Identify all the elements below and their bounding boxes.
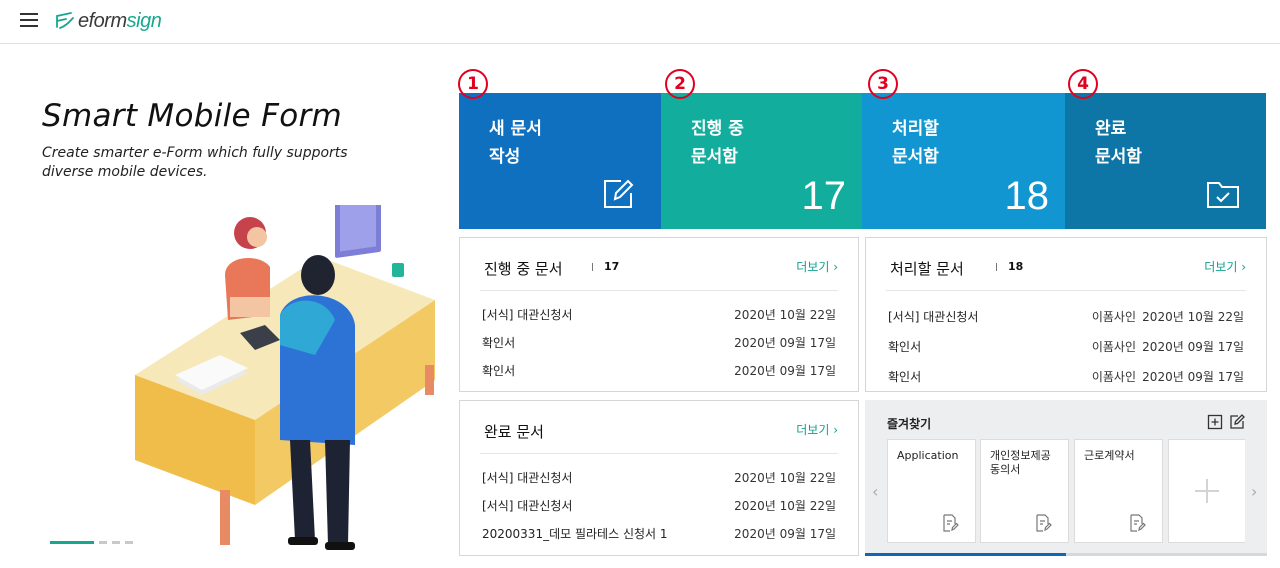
tile-label-line2: 문서함 xyxy=(1095,147,1142,167)
more-link[interactable]: 더보기 › xyxy=(1204,258,1246,275)
document-row[interactable]: [서식] 대관신청서 2020년 10월 22일 xyxy=(480,492,838,520)
panel-title: 진행 중 문서 xyxy=(484,260,563,278)
divider xyxy=(592,263,593,271)
tile-label-line2: 작성 xyxy=(489,147,521,167)
more-link[interactable]: 더보기 › xyxy=(796,421,838,438)
document-name[interactable]: [서식] 대관신청서 xyxy=(482,301,572,329)
document-name[interactable]: [서식] 대관신청서 xyxy=(482,492,572,520)
annotation-marker-3: 3 xyxy=(868,69,898,99)
document-date: 2020년 10월 22일 xyxy=(1142,310,1244,324)
add-favorite-card[interactable] xyxy=(1168,439,1245,543)
carousel-dot-1[interactable] xyxy=(50,541,94,544)
favorite-card[interactable]: 근로계약서 xyxy=(1074,439,1163,543)
panel-header: 처리할 문서 18 더보기 › xyxy=(886,238,1246,291)
carousel-dot-3[interactable] xyxy=(112,541,120,544)
folder-check-icon xyxy=(1207,182,1239,208)
chevron-right-icon[interactable]: › xyxy=(1251,482,1257,501)
document-row[interactable]: 확인서 2020년 09월 17일 xyxy=(480,329,838,357)
favorites-tools xyxy=(1207,414,1245,430)
logo-text: eformsign xyxy=(78,9,162,32)
panel-count: 18 xyxy=(1008,260,1024,273)
edit-icon[interactable] xyxy=(1229,414,1245,430)
to-process-documents-panel: 처리할 문서 18 더보기 › [서식] 대관신청서 이폼사인 2020년 10… xyxy=(865,237,1267,392)
document-date: 2020년 09월 17일 xyxy=(1142,370,1244,384)
to-process-box-tile[interactable]: 처리할 문서함 18 xyxy=(862,93,1065,229)
logo-mark-icon xyxy=(56,12,74,29)
hero-subtitle: Create smarter e-Form which fully suppor… xyxy=(42,145,348,180)
tile-count: 18 xyxy=(1004,174,1050,218)
document-row[interactable]: 확인서 이폼사인 2020년 09월 17일 xyxy=(886,333,1246,363)
tile-label-line1: 처리할 xyxy=(892,119,939,139)
panel-header: 완료 문서 더보기 › xyxy=(480,401,838,454)
document-row[interactable]: [서식] 대관신청서 2020년 10월 22일 xyxy=(480,301,838,329)
document-name[interactable]: 확인서 xyxy=(888,363,921,391)
divider xyxy=(996,263,997,271)
tile-label-line2: 문서함 xyxy=(691,147,738,167)
document-edit-icon xyxy=(1036,514,1052,532)
favorite-card[interactable]: Application xyxy=(887,439,976,543)
in-progress-box-tile[interactable]: 진행 중 문서함 17 xyxy=(661,93,862,229)
carousel-indicator xyxy=(50,541,133,544)
document-date: 2020년 09월 17일 xyxy=(734,336,836,350)
document-row[interactable]: [서식] 대관신청서 이폼사인 2020년 10월 22일 xyxy=(886,303,1246,333)
document-row[interactable]: 20200331_데모 필라테스 신청서 1 2020년 09월 17일 xyxy=(480,520,838,548)
annotation-marker-2: 2 xyxy=(665,69,695,99)
document-name[interactable]: 20200331_데모 필라테스 신청서 1 xyxy=(482,520,668,548)
document-date: 2020년 09월 17일 xyxy=(734,527,836,541)
hero-title: Smart Mobile Form xyxy=(42,98,343,134)
document-user: 이폼사인 xyxy=(1091,310,1136,324)
favorite-card-label: 근로계약서 xyxy=(1084,449,1135,462)
panel-title: 처리할 문서 xyxy=(890,260,964,278)
completed-box-tile[interactable]: 완료 문서함 xyxy=(1065,93,1266,229)
plus-icon xyxy=(1195,479,1219,503)
document-row[interactable]: 확인서 2020년 09월 17일 xyxy=(480,357,838,385)
panel-count: 17 xyxy=(604,260,620,273)
favorites-title: 즐겨찾기 xyxy=(887,417,932,431)
favorites-panel: 즐겨찾기 ‹ Application 개인정보제공동의서 근로계약서 › xyxy=(865,400,1267,556)
document-date: 2020년 09월 17일 xyxy=(1142,340,1244,354)
document-edit-icon xyxy=(1130,514,1146,532)
document-user: 이폼사인 xyxy=(1091,340,1136,354)
document-name[interactable]: 확인서 xyxy=(888,333,921,361)
document-user: 이폼사인 xyxy=(1091,370,1136,384)
annotation-marker-4: 4 xyxy=(1068,69,1098,99)
document-name[interactable]: [서식] 대관신청서 xyxy=(482,464,572,492)
in-progress-documents-panel: 진행 중 문서 17 더보기 › [서식] 대관신청서 2020년 10월 22… xyxy=(459,237,859,392)
document-date: 2020년 10월 22일 xyxy=(734,499,836,513)
new-document-tile[interactable]: 새 문서 작성 xyxy=(459,93,661,229)
favorite-card-label: 개인정보제공동의서 xyxy=(990,449,1051,476)
annotation-marker-1: 1 xyxy=(458,69,488,99)
document-date: 2020년 10월 22일 xyxy=(734,308,836,322)
add-square-icon[interactable] xyxy=(1207,414,1223,430)
document-edit-icon xyxy=(943,514,959,532)
panel-header: 진행 중 문서 17 더보기 › xyxy=(480,238,838,291)
chevron-left-icon[interactable]: ‹ xyxy=(872,482,878,501)
more-link[interactable]: 더보기 › xyxy=(796,258,838,275)
carousel-dot-2[interactable] xyxy=(99,541,107,544)
tile-label-line1: 새 문서 xyxy=(489,119,542,139)
completed-documents-panel: 완료 문서 더보기 › [서식] 대관신청서 2020년 10월 22일 [서식… xyxy=(459,400,859,556)
top-bar: eformsign xyxy=(0,0,1280,44)
favorite-card-label: Application xyxy=(897,449,959,462)
document-date: 2020년 10월 22일 xyxy=(734,471,836,485)
tile-label-line1: 진행 중 xyxy=(691,119,744,139)
tile-label-line2: 문서함 xyxy=(892,147,939,167)
document-row[interactable]: 확인서 이폼사인 2020년 09월 17일 xyxy=(886,363,1246,393)
document-row[interactable]: [서식] 대관신청서 2020년 10월 22일 xyxy=(480,464,838,492)
panel-title: 완료 문서 xyxy=(484,423,544,441)
tile-count: 17 xyxy=(801,174,847,218)
document-name[interactable]: 확인서 xyxy=(482,357,515,385)
edit-icon xyxy=(604,179,634,208)
document-name[interactable]: 확인서 xyxy=(482,329,515,357)
document-date: 2020년 09월 17일 xyxy=(734,364,836,378)
office-illustration xyxy=(135,205,435,550)
document-name[interactable]: [서식] 대관신청서 xyxy=(888,303,978,331)
carousel-dot-4[interactable] xyxy=(125,541,133,544)
eformsign-logo[interactable]: eformsign xyxy=(54,8,162,34)
favorite-card[interactable]: 개인정보제공동의서 xyxy=(980,439,1069,543)
favorites-scroll-thumb[interactable] xyxy=(865,553,1066,556)
menu-icon[interactable] xyxy=(20,13,38,27)
tile-label-line1: 완료 xyxy=(1095,119,1127,139)
